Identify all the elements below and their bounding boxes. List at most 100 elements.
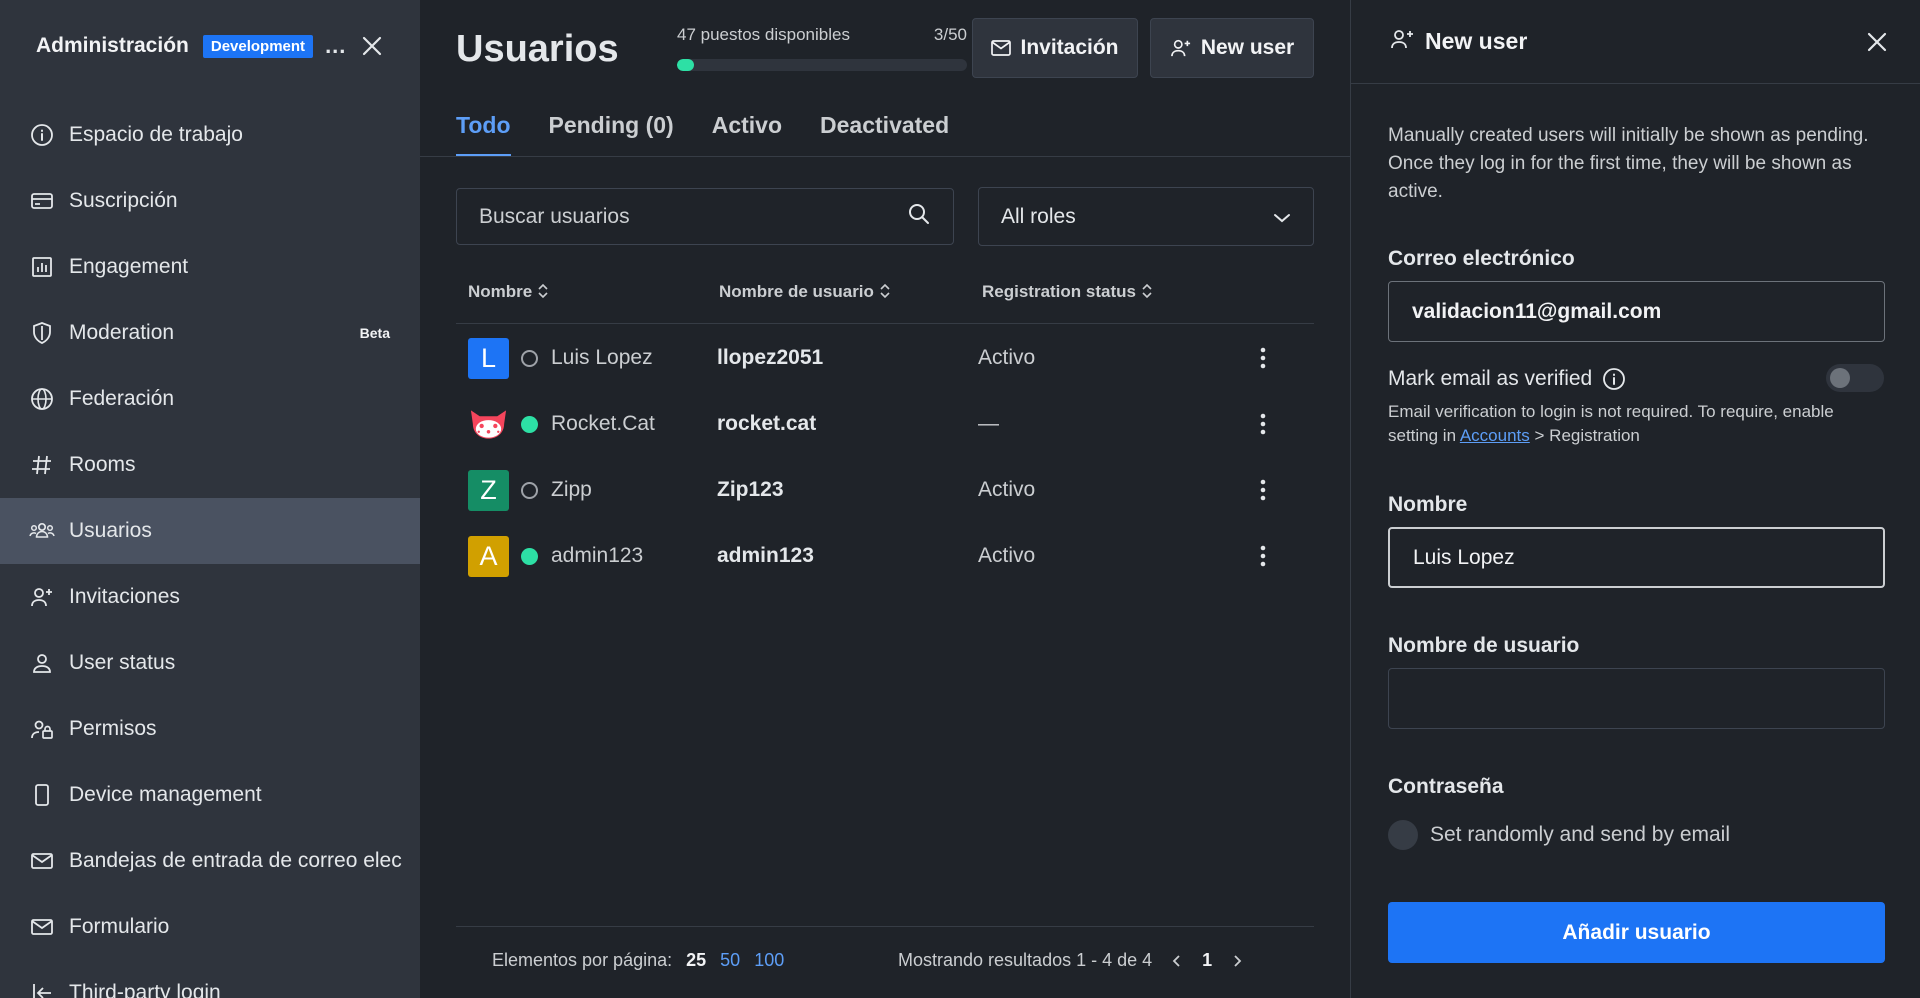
- verified-toggle[interactable]: [1826, 364, 1884, 392]
- verified-row: Mark email as verified: [1388, 367, 1626, 391]
- tab-active[interactable]: Activo: [712, 112, 782, 157]
- table-row[interactable]: L Luis Lopez llopez2051 Activo: [456, 325, 1314, 391]
- close-sidebar-button[interactable]: [358, 32, 386, 60]
- column-header-username[interactable]: Nombre de usuario: [717, 282, 978, 323]
- row-menu-button[interactable]: [1248, 541, 1278, 571]
- current-page[interactable]: 1: [1202, 950, 1212, 971]
- registration-status: Activo: [978, 346, 1036, 369]
- verified-label: Mark email as verified: [1388, 367, 1593, 390]
- mail-icon: [28, 847, 56, 875]
- name-label: Nombre: [1388, 493, 1468, 516]
- beta-badge: Beta: [359, 325, 390, 341]
- registration-status: Activo: [978, 544, 1036, 567]
- avatar: L: [468, 337, 509, 379]
- column-header-label: Nombre: [468, 282, 533, 301]
- sidebar-item-engagement[interactable]: Engagement: [0, 234, 420, 300]
- card-icon: [28, 187, 56, 215]
- registration-status: —: [978, 412, 999, 435]
- panel-title: New user: [1425, 28, 1528, 54]
- user-username: llopez2051: [717, 346, 824, 369]
- search-users-field: [456, 188, 954, 245]
- row-menu-button[interactable]: [1248, 475, 1278, 505]
- next-page-button[interactable]: [1232, 954, 1242, 968]
- sidebar-item-users[interactable]: Usuarios: [0, 498, 420, 564]
- per-page-100[interactable]: 100: [754, 950, 784, 971]
- close-panel-button[interactable]: [1863, 28, 1891, 56]
- sidebar-item-subscription[interactable]: Suscripción: [0, 168, 420, 234]
- seats-progress-fill: [677, 59, 695, 71]
- row-menu-button[interactable]: [1248, 409, 1278, 439]
- search-icon[interactable]: [907, 202, 931, 231]
- name-input[interactable]: [1413, 545, 1860, 570]
- sidebar-item-invitations[interactable]: Invitaciones: [0, 564, 420, 630]
- password-label: Contraseña: [1388, 775, 1504, 798]
- sidebar-item-rooms[interactable]: Rooms: [0, 432, 420, 498]
- sidebar-item-form[interactable]: Formulario: [0, 894, 420, 960]
- bar-chart-icon: [28, 253, 56, 281]
- tab-pending[interactable]: Pending (0): [549, 112, 674, 157]
- environment-badge: Development: [202, 34, 314, 58]
- seats-progress-bar: [677, 59, 967, 71]
- more-options-button[interactable]: ...: [325, 35, 346, 57]
- presence-offline-icon: [521, 349, 538, 367]
- sidebar-item-user-status[interactable]: User status: [0, 630, 420, 696]
- tabs-divider: [420, 156, 1350, 157]
- presence-online-icon: [521, 547, 538, 565]
- page-title: Usuarios: [456, 28, 619, 70]
- invite-button[interactable]: Invitación: [972, 18, 1138, 78]
- user-filter-tabs: Todo Pending (0) Activo Deactivated: [456, 112, 987, 157]
- info-icon[interactable]: [1602, 367, 1626, 391]
- new-user-button[interactable]: New user: [1150, 18, 1314, 78]
- mobile-icon: [28, 781, 56, 809]
- presence-offline-icon: [521, 481, 538, 499]
- sidebar-item-moderation[interactable]: Moderation Beta: [0, 300, 420, 366]
- sidebar-item-email-inboxes[interactable]: Bandejas de entrada de correo elec: [0, 828, 420, 894]
- user-icon: [28, 649, 56, 677]
- tab-all[interactable]: Todo: [456, 112, 511, 157]
- mail-icon: [28, 913, 56, 941]
- close-icon: [1867, 32, 1887, 52]
- kebab-icon: [1260, 347, 1266, 369]
- seats-available: 47 puestos disponibles: [677, 25, 850, 44]
- row-menu-button[interactable]: [1248, 343, 1278, 373]
- results-summary: Mostrando resultados 1 - 4 de 4: [898, 950, 1153, 970]
- per-page-50[interactable]: 50: [720, 950, 740, 971]
- column-header-name[interactable]: Nombre: [456, 282, 717, 323]
- per-page-25[interactable]: 25: [686, 950, 706, 971]
- table-row[interactable]: Rocket.Cat rocket.cat —: [456, 391, 1314, 457]
- pager-divider: [456, 926, 1314, 927]
- username-input[interactable]: [1412, 686, 1861, 711]
- add-user-button[interactable]: Añadir usuario: [1388, 902, 1885, 963]
- kebab-icon: [1260, 413, 1266, 435]
- accounts-link[interactable]: Accounts: [1460, 426, 1530, 445]
- table-row[interactable]: A admin123 admin123 Activo: [456, 523, 1314, 589]
- registration-status: Activo: [978, 478, 1036, 501]
- user-username: admin123: [717, 544, 814, 567]
- presence-online-icon: [521, 415, 538, 433]
- roles-select[interactable]: All roles: [978, 187, 1314, 246]
- sidebar-item-label: User status: [69, 651, 176, 674]
- email-input[interactable]: [1412, 299, 1861, 324]
- sidebar-item-device-management[interactable]: Device management: [0, 762, 420, 828]
- password-random-option[interactable]: Set randomly and send by email: [1388, 820, 1730, 850]
- user-name: Luis Lopez: [551, 346, 653, 369]
- avatar: Z: [468, 469, 509, 511]
- sidebar-item-label: Rooms: [69, 453, 136, 476]
- sidebar-item-label: Engagement: [69, 255, 189, 278]
- user-name: Rocket.Cat: [551, 412, 655, 435]
- user-plus-icon: [1389, 27, 1415, 56]
- sidebar-item-permissions[interactable]: Permisos: [0, 696, 420, 762]
- verification-hint: Email verification to login is not requi…: [1388, 400, 1888, 448]
- sidebar-item-label: Usuarios: [69, 519, 152, 542]
- prev-page-button[interactable]: [1172, 954, 1182, 968]
- sidebar-item-workspace[interactable]: Espacio de trabajo: [0, 102, 420, 168]
- column-header-registration-status[interactable]: Registration status: [978, 282, 1248, 323]
- tab-deactivated[interactable]: Deactivated: [820, 112, 949, 157]
- search-input[interactable]: [479, 204, 907, 229]
- kebab-icon: [1260, 479, 1266, 501]
- radio-button[interactable]: [1388, 820, 1418, 850]
- table-row[interactable]: Z Zipp Zip123 Activo: [456, 457, 1314, 523]
- sidebar-item-federation[interactable]: Federación: [0, 366, 420, 432]
- user-name: admin123: [551, 544, 644, 567]
- sidebar-item-third-party-login[interactable]: Third-party login: [0, 960, 420, 998]
